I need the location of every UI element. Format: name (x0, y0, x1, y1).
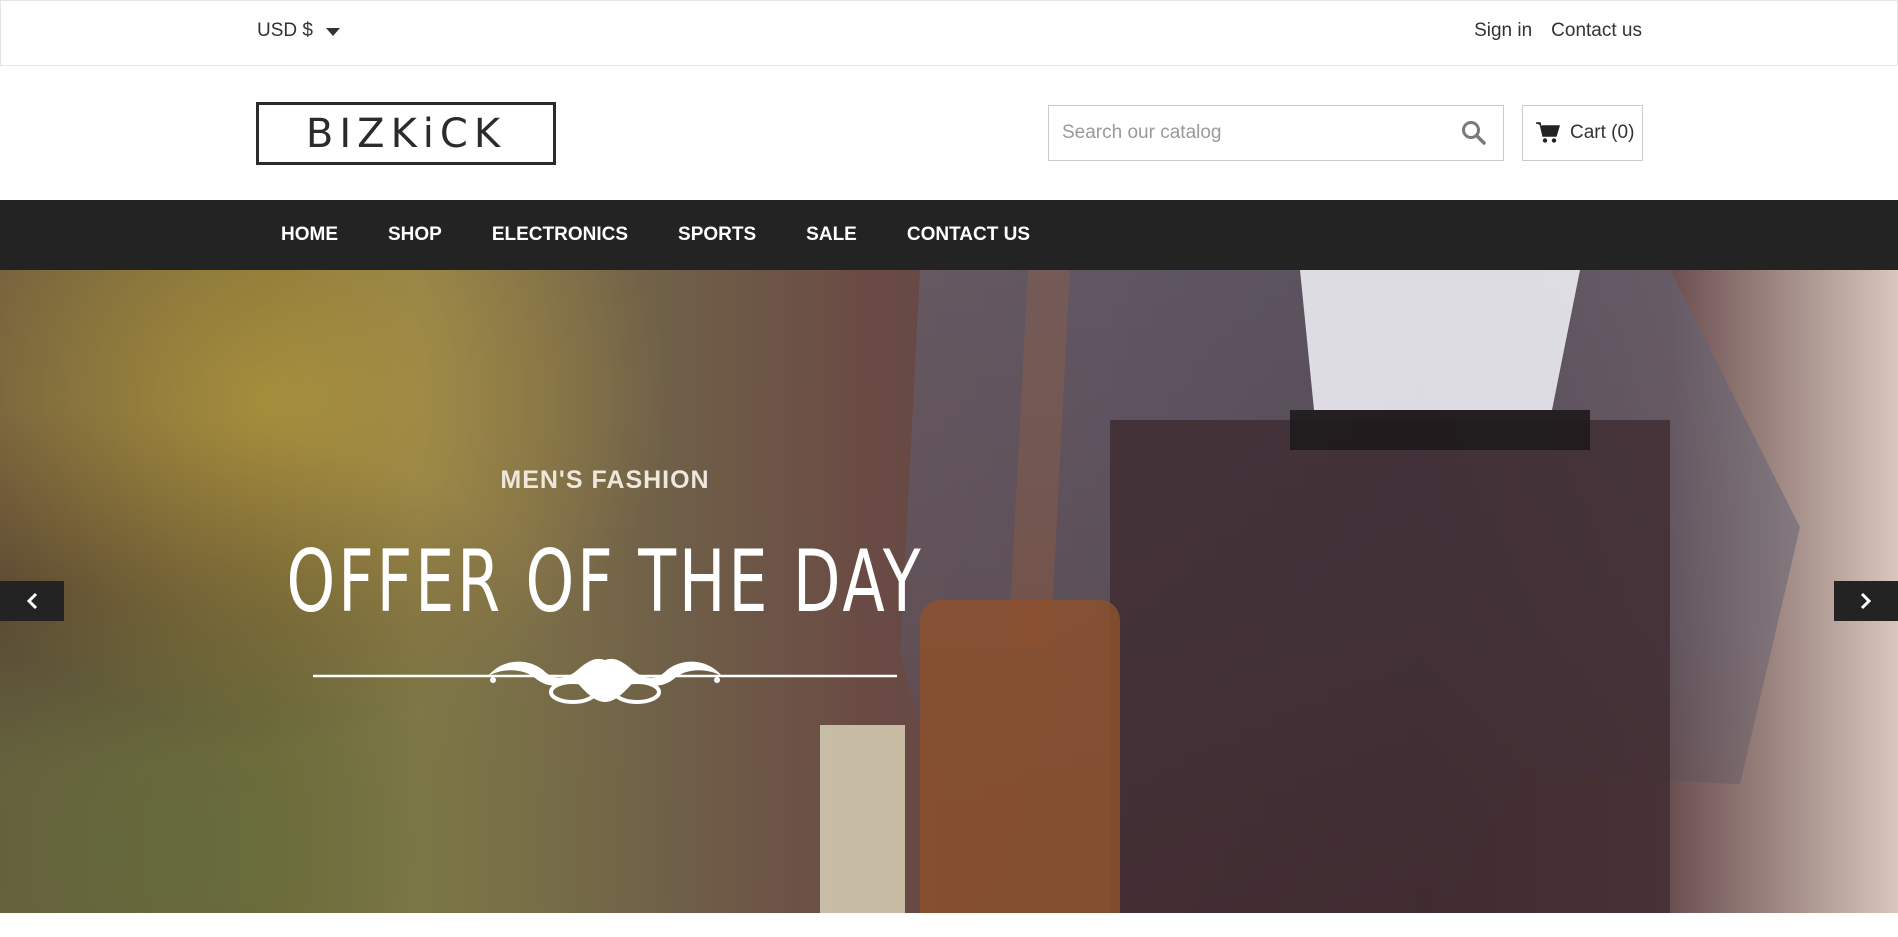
search-box (1048, 105, 1504, 161)
hero-book (820, 725, 905, 913)
nav-item-sports[interactable]: SPORTS (653, 224, 781, 246)
top-links: Sign in Contact us (1474, 20, 1642, 42)
hero-title: OFFER OF THE DAY (286, 532, 924, 632)
nav-item-sale[interactable]: SALE (781, 224, 882, 246)
cart-icon (1536, 122, 1560, 143)
header: BIZKiCK Cart (0) (0, 66, 1898, 200)
top-bar: USD $ Sign in Contact us (0, 0, 1898, 66)
cart-label: Cart (0) (1570, 122, 1635, 143)
contact-us-link[interactable]: Contact us (1551, 20, 1642, 42)
hero-slider: MEN'S FASHION OFFER OF THE DAY (0, 270, 1898, 913)
slider-next-button[interactable] (1834, 581, 1898, 621)
currency-label: USD $ (257, 20, 313, 41)
logo[interactable]: BIZKiCK (256, 102, 556, 165)
logo-text: BIZKiCK (305, 110, 507, 157)
hero-belt (1290, 410, 1590, 450)
nav-item-home[interactable]: HOME (256, 224, 363, 246)
main-nav: HOME SHOP ELECTRONICS SPORTS SALE CONTAC… (0, 200, 1898, 270)
search-input[interactable] (1049, 106, 1449, 160)
sign-in-link[interactable]: Sign in (1474, 20, 1532, 42)
nav-item-electronics[interactable]: ELECTRONICS (467, 224, 653, 246)
chevron-left-icon (26, 592, 38, 610)
slider-prev-button[interactable] (0, 581, 64, 621)
search-icon[interactable] (1461, 120, 1487, 146)
hero-shirt (1300, 270, 1580, 410)
chevron-right-icon (1860, 592, 1872, 610)
cart-button[interactable]: Cart (0) (1522, 105, 1643, 161)
hero-bag (920, 600, 1120, 913)
hero-subtitle: MEN'S FASHION (500, 466, 710, 494)
caret-down-icon (325, 28, 340, 36)
nav-item-contact-us[interactable]: CONTACT US (882, 224, 1055, 246)
nav-item-shop[interactable]: SHOP (363, 224, 467, 246)
currency-selector[interactable]: USD $ (257, 20, 340, 42)
ornament-divider (313, 658, 897, 704)
